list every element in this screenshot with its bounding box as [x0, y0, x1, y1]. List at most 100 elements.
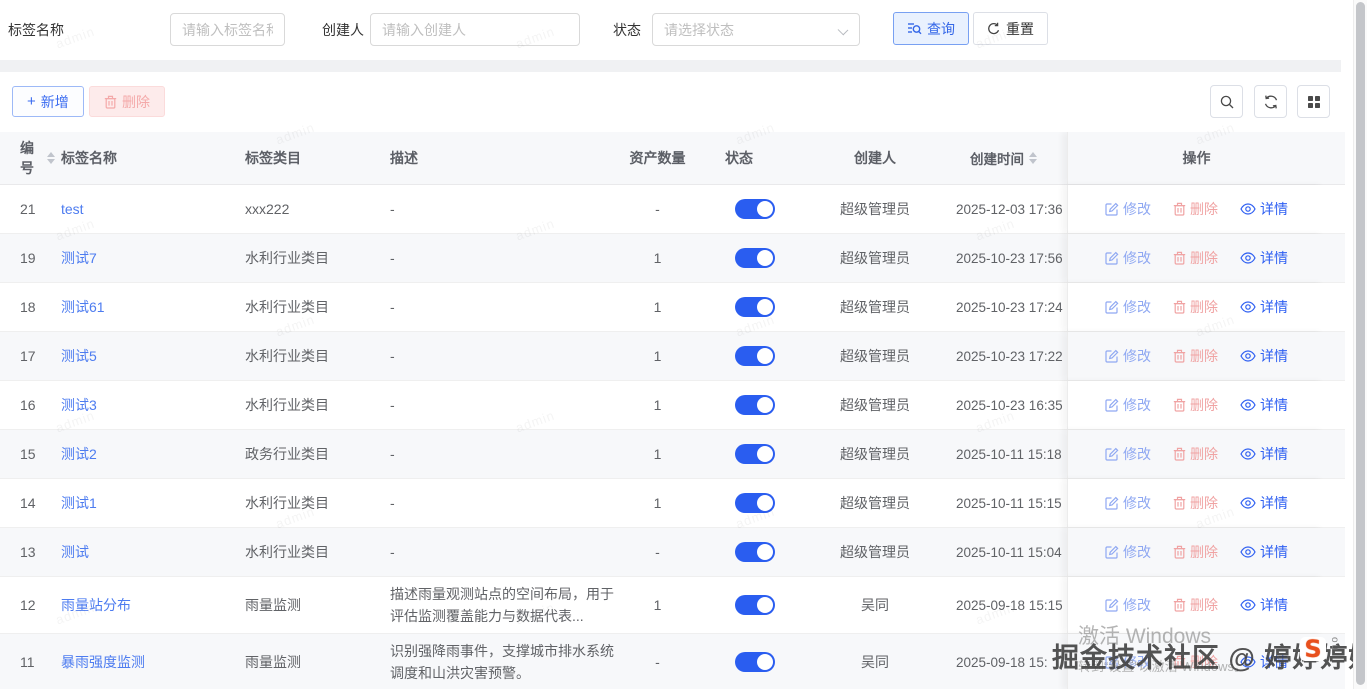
add-button[interactable]: + 新增 [12, 86, 84, 117]
reset-icon [987, 22, 1001, 36]
tag-name-input[interactable] [170, 13, 285, 46]
delete-button[interactable]: 删除 [1173, 199, 1218, 219]
row-time: 2025-10-23 17:22 [940, 332, 1067, 380]
table-row: 18 测试61 水利行业类目 - 1 超级管理员 2025-10-23 17:2… [0, 283, 1345, 332]
header-time[interactable]: 创建时间 [940, 132, 1067, 184]
reset-button[interactable]: 重置 [973, 12, 1048, 45]
detail-button[interactable]: 详情 [1240, 248, 1288, 268]
status-select[interactable]: 请选择状态 [652, 13, 860, 46]
edit-button[interactable]: 修改 [1105, 542, 1151, 562]
edit-button[interactable]: 修改 [1105, 595, 1151, 615]
detail-button[interactable]: 详情 [1240, 652, 1288, 672]
detail-button[interactable]: 详情 [1240, 199, 1288, 219]
edit-label: 修改 [1123, 199, 1151, 219]
sort-icon[interactable] [47, 152, 55, 164]
detail-button[interactable]: 详情 [1240, 542, 1288, 562]
delete-button[interactable]: 删除 [1173, 493, 1218, 513]
table-search-button[interactable] [1210, 85, 1243, 118]
detail-button[interactable]: 详情 [1240, 346, 1288, 366]
toggle-knob [757, 544, 773, 560]
tag-name-link[interactable]: 暴雨强度监测 [61, 652, 145, 672]
tag-name-link[interactable]: 测试2 [61, 444, 97, 464]
query-button[interactable]: 查询 [893, 12, 969, 45]
detail-button[interactable]: 详情 [1240, 297, 1288, 317]
delete-button[interactable]: 删除 [1173, 595, 1218, 615]
edit-label: 修改 [1123, 542, 1151, 562]
detail-button[interactable]: 详情 [1240, 395, 1288, 415]
edit-icon [1105, 349, 1119, 363]
delete-label: 删除 [1190, 444, 1218, 464]
refresh-icon [1263, 94, 1279, 110]
detail-label: 详情 [1260, 652, 1288, 672]
toggle-knob [757, 495, 773, 511]
delete-button[interactable]: 删除 [1173, 652, 1218, 672]
tag-name-link[interactable]: 测试 [61, 542, 89, 562]
edit-button[interactable]: 修改 [1105, 444, 1151, 464]
scrollbar-thumb[interactable] [1356, 2, 1365, 685]
tag-name-link[interactable]: 测试3 [61, 395, 97, 415]
status-toggle[interactable] [735, 248, 775, 268]
batch-delete-button[interactable]: 删除 [89, 86, 165, 117]
detail-button[interactable]: 详情 [1240, 493, 1288, 513]
edit-button[interactable]: 修改 [1105, 346, 1151, 366]
row-id: 14 [0, 479, 55, 527]
delete-button[interactable]: 删除 [1173, 395, 1218, 415]
chevron-down-icon [838, 25, 849, 36]
table-column-settings-button[interactable] [1297, 85, 1330, 118]
edit-icon [1105, 251, 1119, 265]
row-id: 11 [0, 634, 55, 689]
edit-button[interactable]: 修改 [1105, 652, 1151, 672]
row-assets: - [615, 528, 700, 576]
eye-icon [1240, 399, 1256, 411]
delete-button[interactable]: 删除 [1173, 542, 1218, 562]
delete-button[interactable]: 删除 [1173, 346, 1218, 366]
row-creator: 超级管理员 [810, 528, 940, 576]
edit-label: 修改 [1123, 444, 1151, 464]
creator-input[interactable] [370, 13, 580, 46]
status-toggle[interactable] [735, 297, 775, 317]
row-description: 识别强降雨事件，支撑城市排水系统调度和山洪灾害预警。 [390, 640, 615, 684]
tag-name-link[interactable]: 测试61 [61, 297, 105, 317]
status-toggle[interactable] [735, 444, 775, 464]
status-toggle[interactable] [735, 199, 775, 219]
row-time: 2025-10-11 15:15 [940, 479, 1067, 527]
row-time: 2025-10-23 17:56 [940, 234, 1067, 282]
logo-s-icon: S [1300, 637, 1326, 661]
status-toggle[interactable] [735, 595, 775, 615]
status-toggle[interactable] [735, 493, 775, 513]
edit-label: 修改 [1123, 248, 1151, 268]
tag-name-link[interactable]: 测试7 [61, 248, 97, 268]
edit-button[interactable]: 修改 [1105, 395, 1151, 415]
status-toggle[interactable] [735, 652, 775, 672]
tag-name-link[interactable]: 雨量站分布 [61, 595, 131, 615]
header-actions: 操作 [1067, 132, 1325, 184]
toggle-knob [757, 201, 773, 217]
edit-button[interactable]: 修改 [1105, 248, 1151, 268]
tag-name-link[interactable]: test [61, 201, 84, 217]
tag-name-link[interactable]: 测试5 [61, 346, 97, 366]
detail-button[interactable]: 详情 [1240, 595, 1288, 615]
edit-icon [1105, 598, 1119, 612]
edit-button[interactable]: 修改 [1105, 493, 1151, 513]
edit-icon [1105, 202, 1119, 216]
delete-button[interactable]: 删除 [1173, 444, 1218, 464]
toggle-knob [757, 654, 773, 670]
row-assets: 1 [615, 283, 700, 331]
vertical-scrollbar[interactable] [1353, 0, 1367, 689]
edit-icon [1105, 496, 1119, 510]
edit-button[interactable]: 修改 [1105, 297, 1151, 317]
status-toggle[interactable] [735, 346, 775, 366]
edit-icon [1105, 447, 1119, 461]
detail-button[interactable]: 详情 [1240, 444, 1288, 464]
edit-button[interactable]: 修改 [1105, 199, 1151, 219]
status-toggle[interactable] [735, 542, 775, 562]
tag-name-link[interactable]: 测试1 [61, 493, 97, 513]
sort-icon[interactable] [1029, 152, 1037, 164]
table-refresh-button[interactable] [1254, 85, 1287, 118]
delete-button[interactable]: 删除 [1173, 248, 1218, 268]
trash-icon [1173, 496, 1186, 510]
edit-icon [1105, 398, 1119, 412]
delete-button[interactable]: 删除 [1173, 297, 1218, 317]
status-toggle[interactable] [735, 395, 775, 415]
header-id[interactable]: 编号 [0, 132, 55, 184]
